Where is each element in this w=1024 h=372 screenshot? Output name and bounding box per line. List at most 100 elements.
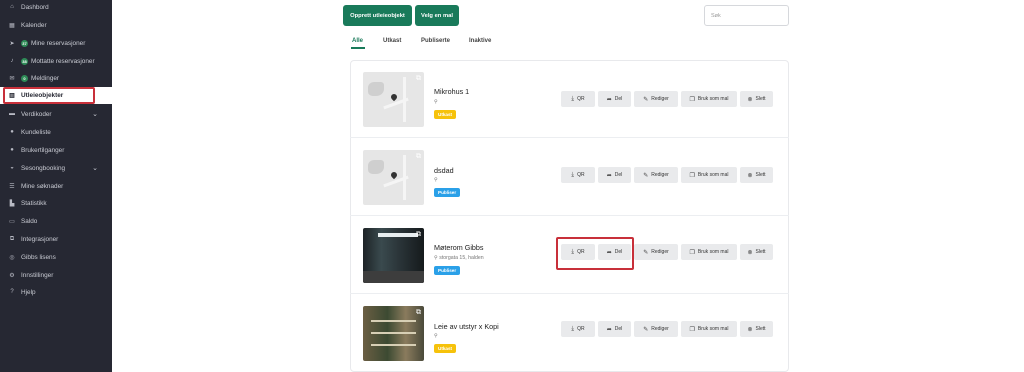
share-icon: ➦ (606, 172, 612, 179)
listing-thumbnail[interactable]: ⧉ (363, 228, 424, 283)
copy-icon: ❐ (689, 172, 695, 179)
sidebar-item-statistics[interactable]: ▙ Statistikk (0, 194, 112, 212)
use-as-template-button[interactable]: ❐ Bruk som mal (681, 244, 737, 260)
location-pin-icon: ⚲ (434, 177, 438, 183)
qr-button[interactable]: ⤓ QR (561, 321, 595, 337)
sidebar-item-help[interactable]: ? Hjelp (0, 283, 112, 301)
chevron-down-icon: ⌄ (92, 165, 98, 172)
sidebar: ⌂ Dashbord ▦ Kalender ➤ 37 Mine reservas… (0, 0, 112, 372)
active-item-highlight (3, 87, 95, 104)
sidebar-item-label: Brukertilganger (21, 146, 65, 154)
tab-all[interactable]: Alle (352, 38, 363, 44)
sidebar-item-label: Innstillinger (21, 271, 54, 279)
tab-inactive[interactable]: Inaktive (469, 38, 491, 44)
list-icon: ☰ (9, 183, 15, 190)
sidebar-item-messages[interactable]: ✉ 0 Meldinger (0, 69, 112, 87)
share-button[interactable]: ➦ Del (598, 167, 631, 183)
share-icon: ➦ (606, 96, 612, 103)
delete-button[interactable]: ⊗ Slett (740, 321, 773, 337)
listing-thumbnail[interactable]: ⧉ (363, 72, 424, 127)
sidebar-item-label: Sesongbooking (21, 164, 66, 172)
home-icon: ⌂ (10, 4, 14, 10)
bell-icon: ♪ (10, 58, 14, 64)
active-tab-indicator (351, 47, 365, 49)
qr-button[interactable]: ⤓ QR (561, 91, 595, 107)
sidebar-item-my-applications[interactable]: ☰ Mine søknader (0, 177, 112, 195)
send-icon: ➤ (9, 40, 15, 47)
sidebar-item-user-access[interactable]: ● Brukertilganger (0, 141, 112, 159)
edit-icon: ✎ (643, 326, 649, 333)
create-rental-object-button[interactable]: Opprett utleieobjekt (343, 5, 412, 26)
listing-location: ⚲ storgata 15, halden (434, 255, 484, 261)
sidebar-item-label: Mine søknader (21, 182, 64, 190)
external-link-icon[interactable]: ⧉ (416, 309, 421, 317)
sidebar-item-label: Integrasjoner (21, 235, 59, 243)
season-icon: ◒ (10, 165, 14, 171)
sidebar-item-label: Statistikk (21, 199, 47, 207)
sidebar-item-integrations[interactable]: ⧉ Integrasjoner (0, 230, 112, 248)
edit-button[interactable]: ✎ Rediger (634, 167, 678, 183)
listing-thumbnail[interactable]: ⧉ (363, 306, 424, 361)
sidebar-item-label: Kundeliste (21, 128, 51, 136)
share-button[interactable]: ➦ Del (598, 321, 631, 337)
status-badge: Utkast (434, 110, 457, 119)
tab-published[interactable]: Publiserte (421, 38, 450, 44)
external-link-icon[interactable]: ⧉ (416, 75, 421, 83)
chart-icon: ▙ (9, 200, 15, 207)
choose-template-button[interactable]: Velg en mal (415, 5, 459, 26)
tag-icon: ▬ (9, 111, 15, 117)
sidebar-item-label: Verdikoder (21, 110, 52, 118)
delete-icon: ⊗ (747, 249, 753, 256)
external-link-icon[interactable]: ⧉ (416, 153, 421, 161)
listing-title[interactable]: Mikrohus 1 (434, 87, 469, 96)
delete-button[interactable]: ⊗ Slett (740, 91, 773, 107)
plug-icon: ⧉ (9, 235, 15, 242)
qr-button[interactable]: ⤓ QR (561, 167, 595, 183)
listing-title[interactable]: dsdad (434, 166, 454, 175)
users-icon: ● (10, 129, 14, 135)
edit-button[interactable]: ✎ Rediger (634, 244, 678, 260)
edit-button[interactable]: ✎ Rediger (634, 91, 678, 107)
location-pin-icon: ⚲ (434, 99, 438, 105)
sidebar-item-customer-list[interactable]: ● Kundeliste (0, 123, 112, 141)
download-icon: ⤓ (571, 95, 575, 102)
sidebar-item-label: Gibbs lisens (21, 253, 56, 261)
user-key-icon: ● (10, 147, 14, 153)
search-input[interactable]: Søk (704, 5, 789, 26)
sidebar-item-dashboard[interactable]: ⌂ Dashbord (0, 0, 112, 16)
sidebar-item-my-reservations[interactable]: ➤ 37 Mine reservasjoner (0, 34, 112, 52)
copy-icon: ❐ (689, 96, 695, 103)
sidebar-item-received-reservations[interactable]: ♪ 38 Mottatte reservasjoner (0, 52, 112, 70)
download-icon: ⤓ (571, 171, 575, 178)
delete-button[interactable]: ⊗ Slett (740, 167, 773, 183)
help-icon: ? (10, 289, 14, 295)
share-button[interactable]: ➦ Del (598, 91, 631, 107)
globe-icon: ◎ (9, 254, 15, 261)
status-badge: Publiser (434, 266, 461, 275)
edit-icon: ✎ (643, 96, 649, 103)
sidebar-item-label: Mottatte reservasjoner (31, 57, 95, 65)
sidebar-item-label: Meldinger (31, 74, 60, 82)
listing-thumbnail[interactable]: ⧉ (363, 150, 424, 205)
external-link-icon[interactable]: ⧉ (416, 231, 421, 239)
delete-button[interactable]: ⊗ Slett (740, 244, 773, 260)
sidebar-item-settings[interactable]: ⚙ Innstillinger (0, 266, 112, 284)
share-icon: ➦ (606, 326, 612, 333)
sidebar-item-label: Kalender (21, 21, 47, 29)
edit-button[interactable]: ✎ Rediger (634, 321, 678, 337)
tab-drafts[interactable]: Utkast (383, 38, 401, 44)
calendar-icon: ▦ (9, 22, 15, 29)
sidebar-item-balance[interactable]: ▭ Saldo (0, 212, 112, 230)
sidebar-item-label: Dashbord (21, 3, 49, 11)
sidebar-item-calendar[interactable]: ▦ Kalender (0, 16, 112, 34)
use-as-template-button[interactable]: ❐ Bruk som mal (681, 321, 737, 337)
use-as-template-button[interactable]: ❐ Bruk som mal (681, 167, 737, 183)
sidebar-item-season-booking[interactable]: ◒ Sesongbooking ⌄ (0, 159, 112, 177)
sidebar-item-label: Mine reservasjoner (31, 39, 86, 47)
sidebar-item-gibbs-license[interactable]: ◎ Gibbs lisens (0, 248, 112, 266)
download-icon: ⤓ (571, 325, 575, 332)
listing-title[interactable]: Møterom Gibbs (434, 243, 484, 252)
sidebar-item-value-codes[interactable]: ▬ Verdikoder ⌄ (0, 105, 112, 123)
use-as-template-button[interactable]: ❐ Bruk som mal (681, 91, 737, 107)
listing-title[interactable]: Leie av utstyr x Kopi (434, 322, 499, 331)
